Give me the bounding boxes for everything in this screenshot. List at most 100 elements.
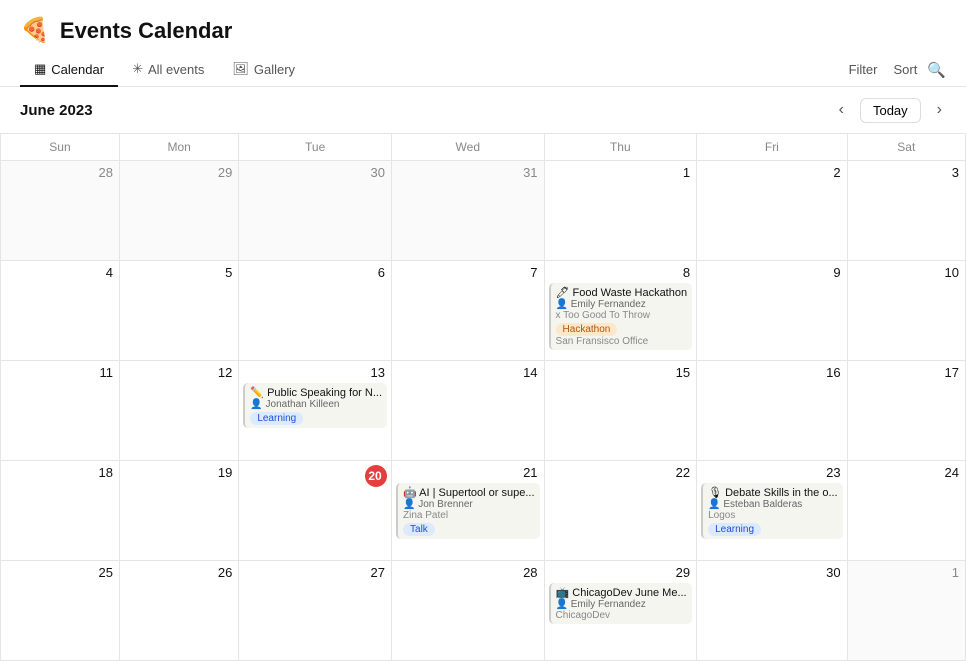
- all-events-tab-icon: ✳: [132, 61, 143, 77]
- calendar-day-cell[interactable]: 13✏️ Public Speaking for N...👤 Jonathan …: [239, 361, 392, 461]
- calendar-day-cell[interactable]: 1: [544, 161, 697, 261]
- day-number: 10: [852, 265, 961, 280]
- event-title: 🖊 Food Waste Hackathon: [556, 286, 688, 299]
- weekday-wed: Wed: [392, 134, 545, 161]
- next-month-button[interactable]: ›: [933, 97, 946, 123]
- sort-button[interactable]: Sort: [887, 58, 923, 81]
- event-host: 👤 Emily Fernandez: [556, 299, 688, 310]
- day-number: 28: [396, 565, 540, 580]
- tab-gallery[interactable]: 🖼 Gallery: [218, 53, 309, 87]
- search-icon[interactable]: 🔍: [927, 61, 946, 79]
- all-events-tab-label: All events: [148, 62, 204, 77]
- event-card[interactable]: 🤖 AI | Supertool or supe...👤 Jon Brenner…: [396, 483, 540, 539]
- calendar-day-cell[interactable]: 28: [392, 561, 545, 661]
- event-title: ✏️ Public Speaking for N...: [250, 386, 382, 399]
- calendar-day-cell[interactable]: 29 📺 ChicagoDev June Me...👤 Emily Fernand…: [544, 561, 697, 661]
- calendar-day-cell[interactable]: 29: [119, 161, 238, 261]
- calendar-day-cell[interactable]: 14: [392, 361, 545, 461]
- event-card[interactable]: 📺 ChicagoDev June Me...👤 Emily Fernandez…: [549, 583, 693, 624]
- filter-button[interactable]: Filter: [843, 58, 884, 81]
- calendar-day-cell[interactable]: 28: [1, 161, 120, 261]
- calendar-day-cell[interactable]: 5: [119, 261, 238, 361]
- event-host: 👤 Emily Fernandez: [556, 599, 688, 610]
- calendar-day-cell[interactable]: 23 🎙 Debate Skills in the o...👤 Esteban B…: [697, 461, 848, 561]
- today-button[interactable]: Today: [860, 98, 921, 123]
- day-number: 28: [5, 165, 115, 180]
- calendar-day-cell[interactable]: 18: [1, 461, 120, 561]
- gallery-tab-label: Gallery: [254, 62, 295, 77]
- calendar-day-cell[interactable]: 9: [697, 261, 848, 361]
- calendar-day-cell[interactable]: 6: [239, 261, 392, 361]
- month-label: June 2023: [20, 102, 93, 119]
- event-tag: Talk: [403, 523, 435, 536]
- day-number: 12: [124, 365, 234, 380]
- tab-all-events[interactable]: ✳ All events: [118, 53, 218, 87]
- day-number: 29: [549, 565, 693, 580]
- toolbar-right: ‹ Today ›: [835, 97, 946, 123]
- day-number: 6: [243, 265, 387, 280]
- calendar-day-cell[interactable]: 16: [697, 361, 848, 461]
- day-number: 22: [549, 465, 693, 480]
- day-number: 24: [852, 465, 961, 480]
- calendar-day-cell[interactable]: 31: [392, 161, 545, 261]
- calendar-day-cell[interactable]: 12: [119, 361, 238, 461]
- day-number: 18: [5, 465, 115, 480]
- calendar-day-cell[interactable]: 15: [544, 361, 697, 461]
- calendar-day-cell[interactable]: 1: [847, 561, 965, 661]
- calendar-day-cell[interactable]: 24: [847, 461, 965, 561]
- day-number: 15: [549, 365, 693, 380]
- calendar-day-cell[interactable]: 22: [544, 461, 697, 561]
- day-number: 9: [701, 265, 843, 280]
- toolbar: June 2023 ‹ Today ›: [0, 87, 966, 133]
- day-number: 4: [5, 265, 115, 280]
- calendar-day-cell[interactable]: 26: [119, 561, 238, 661]
- calendar-day-cell[interactable]: 25: [1, 561, 120, 661]
- calendar-table: Sun Mon Tue Wed Thu Fri Sat 282930311234…: [0, 133, 966, 661]
- calendar-day-cell[interactable]: 7: [392, 261, 545, 361]
- calendar-day-cell[interactable]: 4: [1, 261, 120, 361]
- event-card[interactable]: 🖊 Food Waste Hackathon👤 Emily Fernandezx…: [549, 283, 693, 350]
- day-number: 31: [396, 165, 540, 180]
- day-number: 26: [124, 565, 234, 580]
- calendar-day-cell[interactable]: 3: [847, 161, 965, 261]
- weekday-fri: Fri: [697, 134, 848, 161]
- calendar-day-cell[interactable]: 20: [239, 461, 392, 561]
- day-number: 23: [701, 465, 843, 480]
- day-number: 30: [701, 565, 843, 580]
- tab-calendar[interactable]: ▦ Calendar: [20, 53, 118, 87]
- app-icon: 🍕: [20, 16, 50, 45]
- calendar-day-cell[interactable]: 30: [697, 561, 848, 661]
- event-org: ChicagoDev: [556, 610, 688, 621]
- calendar-week-row: 45678🖊 Food Waste Hackathon👤 Emily Ferna…: [1, 261, 966, 361]
- prev-month-button[interactable]: ‹: [835, 97, 848, 123]
- event-org: Logos: [708, 510, 838, 521]
- event-host: 👤 Jonathan Killeen: [250, 399, 382, 410]
- day-number: 17: [852, 365, 961, 380]
- calendar-day-cell[interactable]: 27: [239, 561, 392, 661]
- calendar-day-cell[interactable]: 21🤖 AI | Supertool or supe...👤 Jon Brenn…: [392, 461, 545, 561]
- event-title: 🤖 AI | Supertool or supe...: [403, 486, 535, 499]
- calendar-week-row: 11 12 13✏️ Public Speaking for N...👤 Jonat…: [1, 361, 966, 461]
- event-card[interactable]: 🎙 Debate Skills in the o...👤 Esteban Bal…: [701, 483, 843, 539]
- calendar-week-row: 28 29 30 31 123: [1, 161, 966, 261]
- calendar-day-cell[interactable]: 17: [847, 361, 965, 461]
- calendar-day-cell[interactable]: 11: [1, 361, 120, 461]
- event-tag: Learning: [708, 523, 761, 536]
- calendar-day-cell[interactable]: 2: [697, 161, 848, 261]
- weekday-mon: Mon: [119, 134, 238, 161]
- day-number: 30: [243, 165, 387, 180]
- day-number: 19: [124, 465, 234, 480]
- calendar-day-cell[interactable]: 19: [119, 461, 238, 561]
- day-number: 1: [852, 565, 961, 580]
- day-number: 16: [701, 365, 843, 380]
- weekday-tue: Tue: [239, 134, 392, 161]
- event-card[interactable]: ✏️ Public Speaking for N...👤 Jonathan Ki…: [243, 383, 387, 428]
- day-number: 14: [396, 365, 540, 380]
- calendar-day-cell[interactable]: 30: [239, 161, 392, 261]
- event-location: San Fransisco Office: [556, 336, 688, 347]
- weekday-header-row: Sun Mon Tue Wed Thu Fri Sat: [1, 134, 966, 161]
- day-number: 2: [701, 165, 843, 180]
- calendar-day-cell[interactable]: 10: [847, 261, 965, 361]
- event-tag: Learning: [250, 412, 303, 425]
- calendar-day-cell[interactable]: 8🖊 Food Waste Hackathon👤 Emily Fernandez…: [544, 261, 697, 361]
